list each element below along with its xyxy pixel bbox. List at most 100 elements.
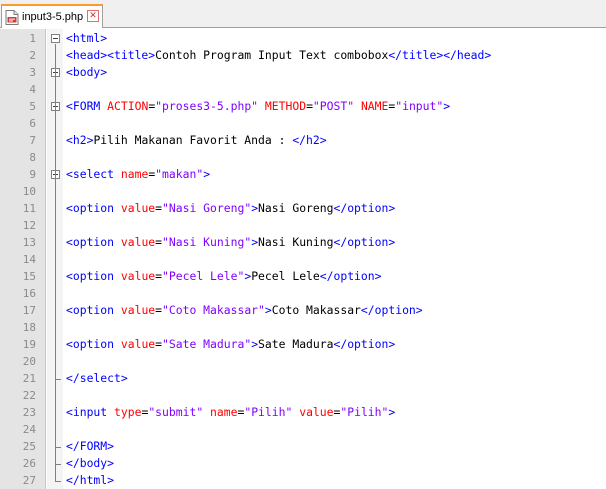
fold-guide-line [55,180,56,379]
code-line[interactable]: 6 [0,115,606,132]
code-text: </FORM> [66,438,114,455]
token-tag: > [264,303,272,317]
line-number: 11 [22,202,36,215]
line-number: 19 [22,338,36,351]
token-val: "Coto Makassar" [162,303,265,317]
token-val: "proses3-5.php" [155,99,259,113]
line-number: 7 [29,134,36,147]
code-line[interactable]: 13 <option value="Nasi Kuning">Nasi Kunin… [0,234,606,251]
token-attr: value [120,337,156,351]
code-line[interactable]: 10 [0,183,606,200]
code-text: <option value="Sate Madura">Sate Madura<… [66,336,395,353]
code-line[interactable]: 3 <body> [0,64,606,81]
tab-input3-5[interactable]: input3-5.php ✕ [1,4,103,28]
tab-filename: input3-5.php [22,11,84,23]
code-line[interactable]: 19 <option value="Sate Madura">Sate Madur… [0,336,606,353]
code-text: <option value="Nasi Kuning">Nasi Kuning<… [66,234,395,251]
php-file-icon [5,9,19,25]
code-line[interactable]: 21 </select> [0,370,606,387]
line-number: 12 [22,219,36,232]
code-text: <option value="Nasi Goreng">Nasi Goreng<… [66,200,395,217]
code-line[interactable]: 5 <FORM ACTION="proses3-5.php" METHOD="PO… [0,98,606,115]
code-line[interactable]: 8 [0,149,606,166]
token-text: Pecel Lele [251,269,320,283]
code-line[interactable]: 16 [0,285,606,302]
line-number: 1 [29,32,36,45]
code-text: <FORM ACTION="proses3-5.php" METHOD="POS… [66,98,450,115]
line-number: 2 [29,49,36,62]
token-tag: </FORM> [66,439,115,453]
fold-toggle-icon[interactable] [51,34,60,43]
line-number: 27 [22,474,36,487]
token-tag: </select> [66,371,128,385]
token-val: "submit" [148,405,204,419]
token-text: = [155,235,163,249]
close-icon[interactable]: ✕ [87,10,99,22]
code-line[interactable]: 25 </FORM> [0,438,606,455]
fold-end-marker [55,447,61,448]
code-line[interactable]: 17 <option value="Coto Makassar">Coto Mak… [0,302,606,319]
code-line[interactable]: 14 [0,251,606,268]
code-line[interactable]: 7 <h2>Pilih Makanan Favorit Anda : </h2> [0,132,606,149]
token-text: = [155,337,163,351]
token-tag: <option [66,201,121,215]
code-editor[interactable]: 1 <html> 2 <head><title>Contoh Program Inpu… [0,29,606,489]
token-text: = [155,201,163,215]
line-number: 24 [22,423,36,436]
code-line[interactable]: 1 <html> [0,30,606,47]
code-line[interactable]: 20 [0,353,606,370]
line-number: 25 [22,440,36,453]
code-line[interactable]: 2 <head><title>Contoh Program Input Text … [0,47,606,64]
code-line[interactable]: 9 <select name="makan"> [0,166,606,183]
token-text: Nasi Kuning [258,235,334,249]
fold-end-marker [55,379,61,380]
code-line[interactable]: 22 [0,387,606,404]
token-tag: </option> [319,269,382,283]
token-attr: value [120,303,156,317]
token-tag: <select [66,167,121,181]
token-text: = [306,99,313,113]
token-text: Contoh Program Input Text combobox [155,48,389,62]
token-attr: name [120,167,149,181]
tab-bar: input3-5.php ✕ [0,0,606,28]
line-number: 4 [29,83,36,96]
line-number: 8 [29,151,36,164]
line-number: 14 [22,253,36,266]
token-val: "Pilih" [244,405,293,419]
line-number: 16 [22,287,36,300]
token-tag: </body> [66,456,115,470]
token-tag: <option [66,337,121,351]
token-tag: </option> [333,235,396,249]
line-number: 20 [22,355,36,368]
code-line[interactable]: 11 <option value="Nasi Goreng">Nasi Goren… [0,200,606,217]
code-text: <head><title>Contoh Program Input Text c… [66,47,491,64]
code-text: </select> [66,370,128,387]
token-attr: value [120,235,156,249]
code-line[interactable]: 27 </html> [0,472,606,489]
token-tag: </option> [360,303,423,317]
code-line[interactable]: 12 [0,217,606,234]
line-number: 6 [29,117,36,130]
token-tag: > [443,99,451,113]
token-text: Coto Makassar [271,303,361,317]
token-tag: <option [66,303,121,317]
line-number: 26 [22,457,36,470]
line-number: 10 [22,185,36,198]
token-val: "makan" [155,167,204,181]
token-tag: </option> [333,201,396,215]
code-line[interactable]: 26 </body> [0,455,606,472]
token-tag: <h2> [66,133,94,147]
code-line[interactable]: 23 <input type="submit" name="Pilih" valu… [0,404,606,421]
code-text: <option value="Pecel Lele">Pecel Lele</o… [66,268,382,285]
code-line[interactable]: 4 [0,81,606,98]
code-line[interactable]: 18 [0,319,606,336]
token-tag: </html> [66,473,115,487]
code-line[interactable]: 24 [0,421,606,438]
line-number: 18 [22,321,36,334]
token-val: "input" [395,99,444,113]
token-text: Nasi Goreng [258,201,334,215]
code-line[interactable]: 15 <option value="Pecel Lele">Pecel Lele<… [0,268,606,285]
token-text: = [155,303,163,317]
token-tag: <option [66,235,121,249]
